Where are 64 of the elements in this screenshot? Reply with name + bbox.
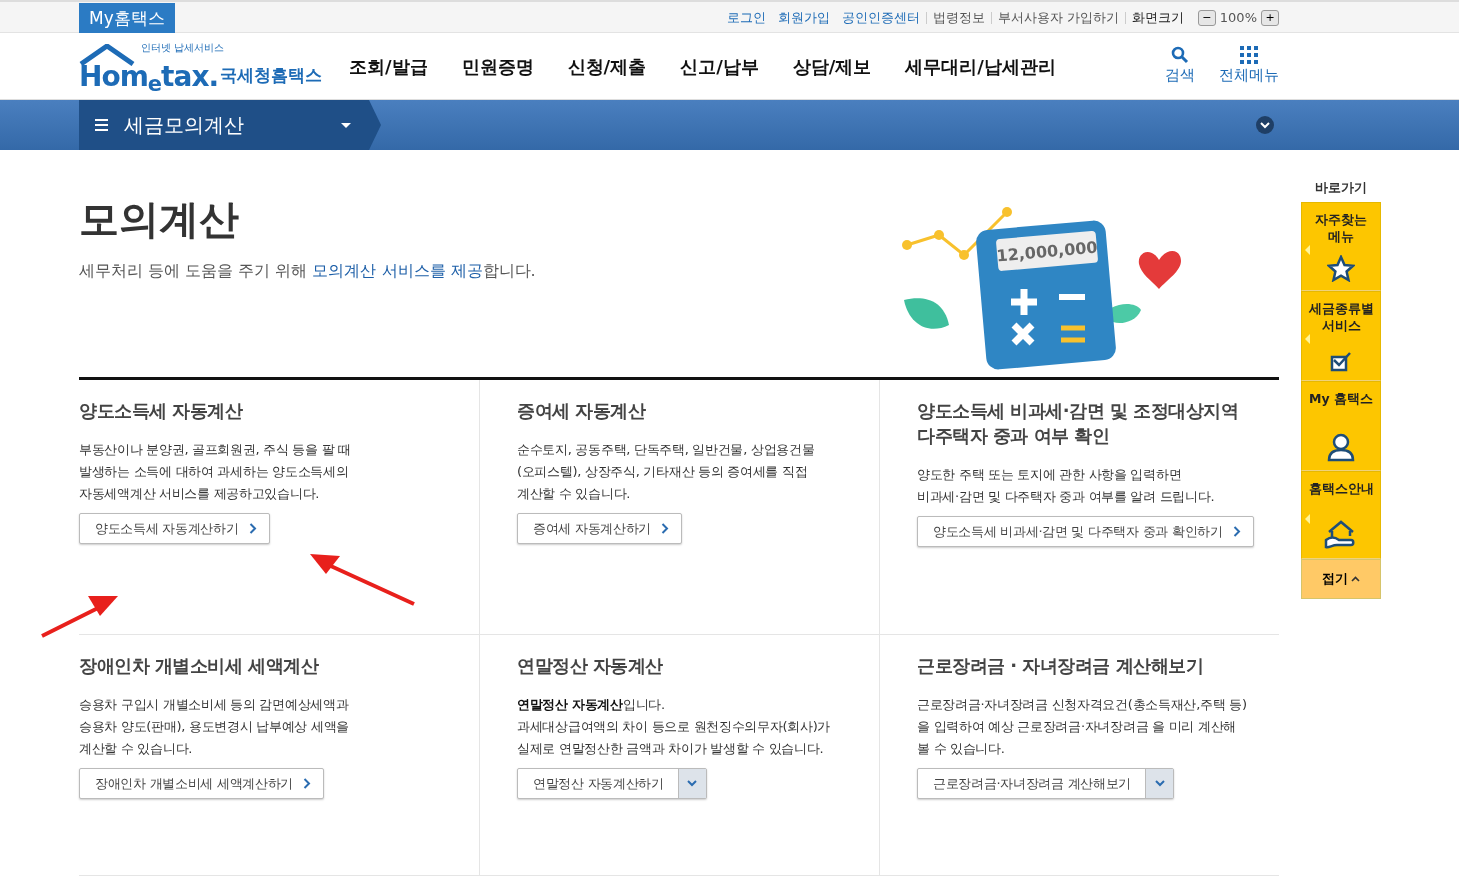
card-title: 연말정산 자동계산 [517,654,664,678]
breadcrumb-menu[interactable]: 세금모의계산 [79,100,381,150]
quick-menu-title: 바로가기 [1314,179,1368,197]
menu-icon [95,119,108,131]
grid-icon [1240,45,1258,64]
dropdown-toggle[interactable] [1145,769,1174,798]
dropdown-toggle[interactable] [677,769,706,798]
chevron-icon [1232,526,1241,537]
all-menu-button[interactable]: 전체메뉴 [1219,45,1279,87]
card-description: 양도한 주택 또는 토지에 관한 사항을 입력하면 비과세·감면 및 다주택자 중과 여부를 알려 드립니다. [917,466,1216,506]
zoom-out-button[interactable]: − [1197,9,1216,26]
search-button[interactable]: 검색 [1165,45,1195,87]
top-link[interactable]: 로그인 [720,11,772,24]
calculate-button[interactable]: 연말정산 자동계산하기 [517,768,707,799]
picture: 12,000,000 [899,200,1189,370]
chevron-down-icon [1154,780,1165,787]
logo-wordmark[interactable]: Hom$_{e}$tax. [79,60,219,94]
card-description: 부동산이나 분양권, 골프회원권, 주식 등을 팔 때 발생하는 소득에 대하여 과세하는 양도소득세의 자동세액계산 서비스를 제공하고있습니다. [79,441,352,503]
nav-menu-item[interactable]: 신고/납부 [680,52,759,80]
zoom-in-button[interactable]: + [1261,9,1279,26]
nav-menu-item[interactable]: 신청/제출 [567,52,647,80]
page-title: 모의계산 [79,195,240,243]
chevron-icon [248,523,257,534]
zoom-value: 100% [1219,8,1257,27]
card-title: 양도소득세 자동계산 [79,399,244,423]
logo-tagline: 인터넷 납세서비스 [141,42,225,54]
quick-menu-item[interactable]: 홈택스안내 [1301,470,1381,559]
quick-menu-item[interactable]: 자주찾는 메뉴 [1301,201,1381,291]
top-link[interactable]: 회원가입 [771,11,836,24]
card-description: 연말정산 자동계산입니다. 과세대상급여액의 차이 등으로 원천징수의무자(회사)가 실제로 연말정산한 금액과 차이가 발생할 수 있습니다. [517,696,832,758]
card-title: 양도소득세 비과세·감면 및 조정대상지역 다주택자 중과 여부 확인 [917,399,1240,448]
calculate-button[interactable]: 증여세 자동계산하기 [517,513,683,544]
top-link[interactable]: 공인인증센터 [835,11,926,24]
chevron-up-icon [1351,575,1360,582]
card-title: 증여세 자동계산 [517,399,647,423]
nav-menu-item[interactable]: 세무대리/납세관리 [905,52,1056,80]
card-description: 순수토지, 공동주택, 단독주택, 일반건물, 상업용건물 (오피스텔), 상장주식, 기타재산 등의 증여세를 직접 계산할 수 있습니다. [517,441,816,503]
top-link[interactable]: 부서사용자 가입하기 [990,11,1125,24]
logo-name: 국세청홈택스 [220,63,323,87]
calculate-button[interactable]: 양도소득세 비과세·감면 및 다주택자 중과 확인하기 [917,516,1254,547]
card-title: 근로장려금 · 자녀장려금 계산해보기 [917,654,1205,678]
chevron-icon [661,523,670,534]
card-title: 장애인차 개별소비세 세액계산 [79,654,320,678]
zoom-label: 화면크기 [1124,11,1190,24]
expand-icon[interactable] [1256,116,1274,134]
top-link[interactable]: 법령정보 [925,11,991,24]
card-description: 승용차 구입시 개별소비세 등의 감면예상세액과 승용차 양도(판매), 용도변경시 납부예상 세액을 계산할 수 있습니다. [79,696,350,758]
calculate-button[interactable]: 근로장려금·자녀장려금 계산해보기 [917,768,1175,799]
card-description: 근로장려금·자녀장려금 신청자격요건(총소득재산,주택 등) 을 입력하여 예상 근로장려금·자녀장려금 을 미리 계산해 볼 수 있습니다. [917,696,1248,758]
chevron-down-icon [687,780,698,787]
calculate-button[interactable]: 양도소득세 자동계산하기 [79,513,270,544]
quick-menu-item[interactable]: 세금종류별 서비스 [1301,290,1381,381]
page-subtitle: 세무처리 등에 도움을 주기 위해 모의계산 서비스를 제공합니다. [79,260,536,282]
nav-menu-item[interactable]: 상담/제보 [792,52,872,80]
chevron-icon [303,778,312,789]
nav-menu-item[interactable]: 민원증명 [461,52,534,80]
nav-menu-item[interactable]: 조회/발급 [349,52,428,80]
fold-button[interactable]: 접기 [1301,558,1381,599]
my-hometax-tab[interactable]: My홈택스 [79,2,175,33]
star-icon [1327,254,1355,282]
search-icon [1171,45,1189,64]
quick-menu-item[interactable]: My 홈택스 [1301,380,1381,471]
person-icon [1326,431,1356,462]
calculate-button[interactable]: 장애인차 개별소비세 세액계산하기 [79,768,325,799]
